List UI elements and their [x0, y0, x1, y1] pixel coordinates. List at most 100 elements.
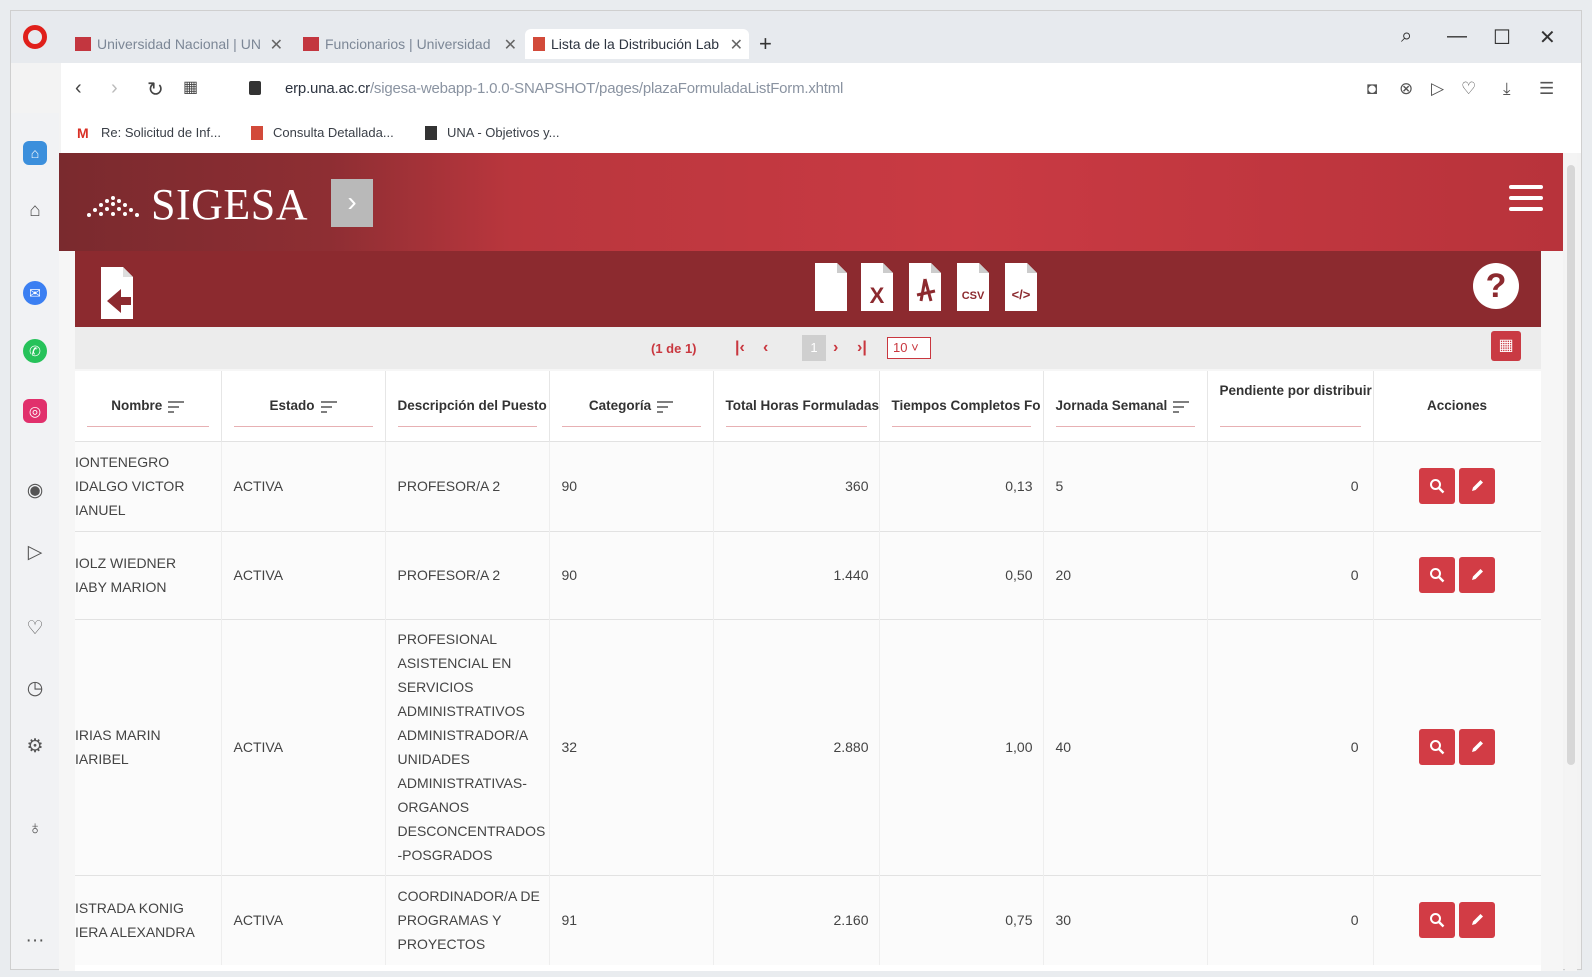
prev-page-icon[interactable]: ‹ [763, 339, 768, 357]
tab-universidad[interactable]: Universidad Nacional | UN ✕ [67, 29, 289, 59]
column-filter-input[interactable] [725, 425, 867, 427]
close-tab-icon[interactable]: ✕ [730, 35, 743, 55]
pencil-icon [1472, 569, 1483, 580]
column-filter-input[interactable] [87, 425, 209, 427]
new-tab-icon[interactable]: + [759, 31, 772, 57]
xml-icon[interactable]: </> [1003, 261, 1039, 313]
column-filter-input[interactable] [233, 425, 373, 427]
column-filter-input[interactable] [561, 425, 701, 427]
bookmark-consulta[interactable]: Consulta Detallada... [251, 125, 394, 140]
address-bar: ‹ › ↻ ▦ erp.una.ac.cr/sigesa-webapp-1.0.… [61, 63, 1581, 113]
lightbulb-icon[interactable]: ♁ [23, 817, 47, 841]
bookmark-una-objetivos[interactable]: UNA - Objetivos y... [425, 125, 559, 140]
sort-icon[interactable] [320, 400, 337, 413]
column-header-descripcion[interactable]: Descripción del Puesto [385, 371, 550, 441]
column-toggle-icon[interactable]: ▦ [1491, 331, 1521, 361]
export-toolbar: X CSV </> ? [75, 251, 1541, 327]
history-icon[interactable]: ◷ [23, 677, 47, 701]
minimize-icon[interactable]: — [1447, 25, 1467, 48]
cell-pendiente: 0 [1207, 530, 1374, 619]
close-window-icon[interactable]: ✕ [1539, 25, 1556, 50]
back-icon[interactable]: ‹ [75, 77, 82, 100]
tab-lista-distribucion[interactable]: Lista de la Distribución Lab ✕ [525, 29, 749, 59]
edit-button[interactable] [1459, 729, 1495, 765]
flow-icon[interactable]: ▷ [1431, 79, 1444, 99]
csv-icon[interactable]: CSV [955, 261, 991, 313]
column-header-nombre[interactable]: Nombre [75, 371, 222, 441]
sort-icon[interactable] [168, 400, 185, 413]
forward-icon[interactable]: › [111, 77, 118, 100]
speed-dial-icon[interactable]: ▦ [183, 77, 198, 97]
column-header-total-horas[interactable]: Total Horas Formuladas [713, 371, 880, 441]
csv-label: CSV [962, 290, 985, 302]
excel-icon[interactable]: X [859, 261, 895, 313]
view-button[interactable] [1419, 729, 1455, 765]
column-filter-input[interactable] [1055, 425, 1195, 427]
pdf-icon[interactable] [907, 261, 943, 313]
maximize-icon[interactable]: ☐ [1493, 25, 1511, 50]
bookmark-label: Consulta Detallada... [273, 125, 394, 140]
settings-icon[interactable]: ⚙ [23, 735, 47, 759]
back-document-icon[interactable] [97, 265, 137, 321]
bookmark-heart-icon[interactable]: ♡ [1461, 79, 1476, 99]
sort-icon[interactable] [657, 400, 674, 413]
first-page-icon[interactable]: |‹ [735, 339, 745, 357]
help-button[interactable]: ? [1473, 263, 1519, 309]
cell-acciones [1373, 618, 1541, 875]
expand-menu-button[interactable]: › [331, 179, 373, 227]
sigesa-logo[interactable]: SIGESA [83, 179, 308, 230]
cell-total-horas: 2.880 [713, 618, 880, 875]
snapshot-icon[interactable]: ◘ [1367, 79, 1377, 99]
page-status: (1 de 1) [651, 341, 697, 356]
rows-per-page-select[interactable]: 10 ˅ [887, 337, 931, 359]
last-page-icon[interactable]: ›| [857, 339, 867, 357]
column-filter-input[interactable] [1219, 425, 1361, 427]
hamburger-menu-icon[interactable] [1509, 185, 1543, 213]
search-icon [1430, 479, 1445, 494]
send-icon[interactable]: ▷ [23, 541, 47, 565]
edit-button[interactable] [1459, 902, 1495, 939]
reload-icon[interactable]: ↻ [147, 77, 164, 102]
table-row: ISTRADA KONIG IERA ALEXANDRA ACTIVA COOR… [75, 874, 1541, 965]
download-icon[interactable]: ⤓ [1503, 79, 1511, 99]
page-scrollbar[interactable] [1565, 153, 1577, 971]
bookmark-gmail[interactable]: M Re: Solicitud de Inf... [77, 125, 221, 140]
close-tab-icon[interactable]: ✕ [270, 35, 283, 55]
search-tabs-icon[interactable]: ⌕ [1401, 25, 1412, 48]
close-tab-icon[interactable]: ✕ [504, 35, 517, 55]
column-header-tiempos-completos[interactable]: Tiempos Completos Fo [879, 371, 1044, 441]
column-header-jornada[interactable]: Jornada Semanal [1043, 371, 1208, 441]
cell-total-horas: 1.440 [713, 530, 880, 619]
column-header-categoria[interactable]: Categoría [549, 371, 714, 441]
url-field[interactable]: erp.una.ac.cr/sigesa-webapp-1.0.0-SNAPSH… [285, 80, 843, 97]
view-button[interactable] [1419, 902, 1455, 939]
next-page-icon[interactable]: › [833, 339, 838, 357]
opera-logo-icon[interactable] [23, 25, 47, 49]
column-header-pendiente[interactable]: Pendiente por distribuir [1207, 371, 1374, 441]
heart-icon[interactable]: ♡ [23, 617, 47, 641]
sort-icon[interactable] [1173, 400, 1190, 413]
name-line: IOLZ WIEDNER [75, 555, 177, 571]
tab-funcionarios[interactable]: Funcionarios | Universidad ✕ [295, 29, 523, 59]
messenger-icon[interactable]: ✉ [23, 281, 47, 305]
view-button[interactable] [1419, 468, 1455, 504]
cell-total-horas: 360 [713, 440, 880, 531]
scrollbar-thumb[interactable] [1567, 165, 1575, 765]
whatsapp-icon[interactable]: ✆ [23, 339, 47, 363]
instagram-icon[interactable]: ◎ [23, 399, 47, 423]
edit-button[interactable] [1459, 557, 1495, 593]
extensions-icon[interactable]: ⌂ [23, 199, 47, 223]
page-number-button[interactable]: 1 [802, 335, 826, 361]
name-line: IDALGO VICTOR [75, 478, 185, 494]
view-button[interactable] [1419, 557, 1455, 593]
player-icon[interactable]: ◉ [23, 479, 47, 503]
file-icon[interactable] [813, 261, 849, 313]
easy-setup-icon[interactable]: ☰ [1539, 79, 1554, 99]
column-filter-input[interactable] [397, 425, 537, 427]
more-icon[interactable]: ··· [23, 929, 47, 953]
column-header-estado[interactable]: Estado [221, 371, 386, 441]
adblock-icon[interactable]: ⊗ [1399, 79, 1413, 99]
home-icon[interactable]: ⌂ [23, 141, 47, 165]
edit-button[interactable] [1459, 468, 1495, 504]
column-filter-input[interactable] [891, 425, 1031, 427]
